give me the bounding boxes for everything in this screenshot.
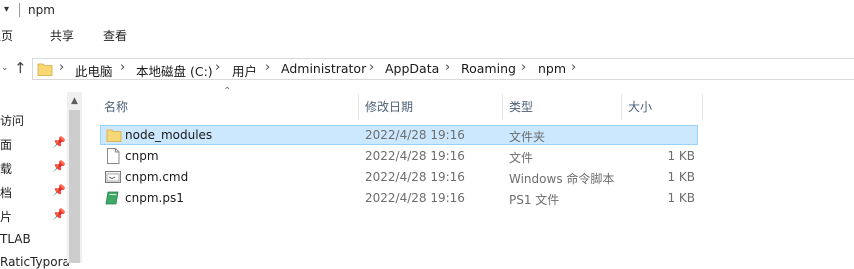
file-date: 2022/4/28 19:16: [365, 170, 465, 184]
column-divider[interactable]: [502, 94, 503, 120]
file-date: 2022/4/28 19:16: [365, 191, 465, 205]
breadcrumb-separator-icon[interactable]: ›: [120, 60, 125, 75]
cmd-script-icon: [105, 169, 121, 185]
breadcrumb-separator-icon[interactable]: ›: [215, 60, 220, 75]
column-divider[interactable]: [358, 94, 359, 120]
nav-item-matlab[interactable]: TLAB: [0, 232, 31, 246]
nav-item-pictures[interactable]: 片: [0, 208, 12, 225]
column-header-type[interactable]: 类型: [509, 98, 533, 114]
breadcrumb-separator-icon[interactable]: ›: [59, 60, 64, 75]
column-header-date[interactable]: 修改日期: [365, 98, 413, 114]
breadcrumb-separator-icon[interactable]: ›: [521, 60, 526, 75]
dropdown-chevron-icon[interactable]: ⌄: [1, 63, 9, 73]
pin-icon: 📌: [52, 184, 66, 197]
nav-item-documents[interactable]: 档: [0, 184, 12, 201]
file-type: PS1 文件: [509, 193, 560, 207]
file-name: cnpm: [125, 149, 159, 163]
breadcrumb-appdata[interactable]: AppData: [385, 61, 439, 76]
breadcrumb-separator-icon[interactable]: ›: [571, 60, 576, 75]
window-title: npm: [28, 3, 55, 17]
breadcrumb-this-pc[interactable]: 此电脑: [75, 61, 113, 80]
column-divider[interactable]: [621, 94, 622, 120]
nav-item-quick-access[interactable]: 访问: [0, 112, 24, 129]
breadcrumb-users[interactable]: 用户: [232, 61, 257, 80]
file-size: 1 KB: [667, 170, 695, 184]
file-name: node_modules: [125, 128, 213, 142]
pin-icon: 📌: [52, 160, 66, 173]
tab-home[interactable]: 主页: [0, 27, 13, 44]
breadcrumb-separator-icon[interactable]: ›: [369, 60, 374, 75]
column-header-name[interactable]: 名称: [104, 98, 128, 114]
pin-icon: 📌: [52, 208, 66, 221]
file-size: 1 KB: [667, 191, 695, 205]
quick-access-dropdown-icon[interactable]: ▾: [4, 4, 9, 15]
file-date: 2022/4/28 19:16: [365, 149, 465, 163]
breadcrumb-npm[interactable]: npm: [538, 61, 566, 76]
up-arrow-icon[interactable]: ↑: [14, 59, 27, 77]
ps1-script-icon: [105, 190, 121, 206]
file-icon: [106, 148, 120, 164]
breadcrumb-local-disk[interactable]: 本地磁盘 (C:): [136, 61, 213, 80]
sort-caret-icon: ⌃: [223, 86, 232, 97]
file-type: 文件夹: [509, 130, 546, 144]
title-separator: [19, 3, 20, 17]
file-type: Windows 命令脚本: [509, 172, 615, 186]
file-name: cnpm.ps1: [125, 191, 184, 205]
column-divider[interactable]: [702, 94, 703, 120]
nav-item-typora[interactable]: RaticTypora: [0, 255, 70, 269]
folder-icon: [37, 61, 53, 77]
nav-scrollbar-thumb[interactable]: [69, 110, 80, 263]
breadcrumb-separator-icon[interactable]: ›: [265, 60, 270, 75]
column-header-size[interactable]: 大小: [628, 98, 652, 114]
folder-icon: [106, 127, 122, 143]
tab-view[interactable]: 查看: [103, 27, 127, 44]
file-date: 2022/4/28 19:16: [365, 128, 465, 142]
breadcrumb-separator-icon[interactable]: ›: [445, 60, 450, 75]
breadcrumb-administrator[interactable]: Administrator: [281, 61, 366, 76]
pin-icon: 📌: [52, 136, 66, 149]
file-size: 1 KB: [667, 149, 695, 163]
file-name: cnpm.cmd: [125, 170, 189, 184]
tab-share[interactable]: 共享: [50, 27, 74, 44]
nav-item-desktop[interactable]: 面: [0, 136, 12, 153]
title-bar: ▾ npm: [0, 0, 854, 22]
file-type: 文件: [509, 151, 534, 165]
nav-item-downloads[interactable]: 载: [0, 160, 12, 177]
breadcrumb-roaming[interactable]: Roaming: [461, 61, 516, 76]
scroll-up-arrow-icon[interactable]: ▲: [67, 92, 82, 109]
